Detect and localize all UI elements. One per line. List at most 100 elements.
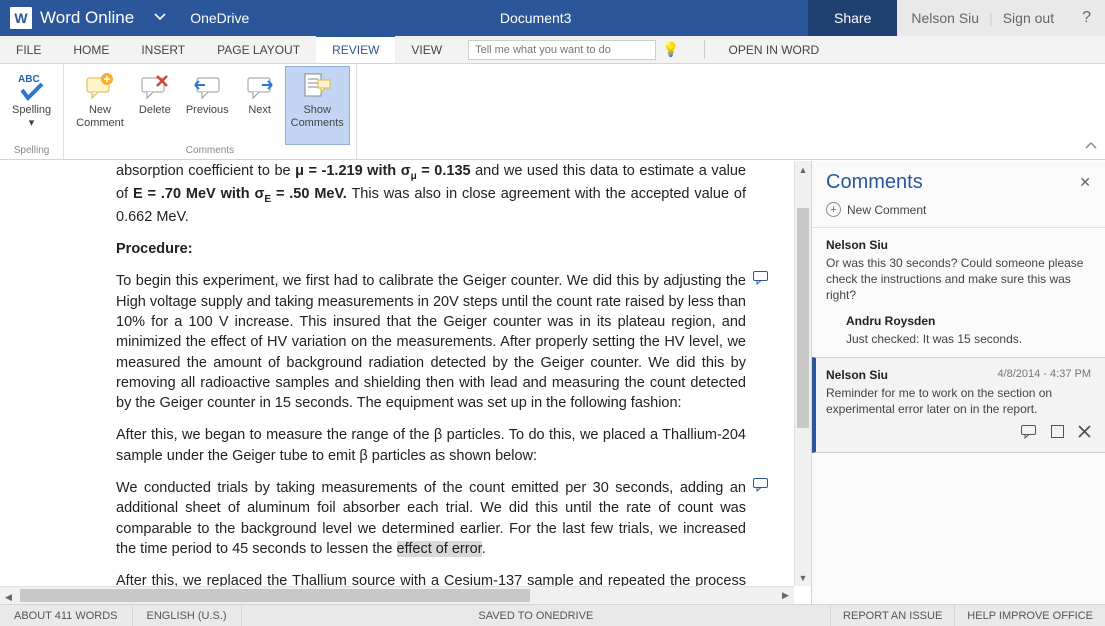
location-breadcrumb[interactable]: OneDrive [176, 10, 263, 26]
app-name: Word Online [40, 8, 134, 28]
chevron-down-icon [154, 11, 166, 23]
group-label-spelling: Spelling [14, 145, 50, 157]
divider [704, 40, 705, 59]
vertical-scrollbar[interactable]: ▲ ▼ [794, 161, 811, 586]
comment-author: Nelson Siu [826, 238, 888, 252]
new-comment-link[interactable]: + New Comment [812, 198, 1105, 227]
spelling-button[interactable]: ABC Spelling▾ [6, 66, 57, 145]
paragraph[interactable]: After this, we began to measure the rang… [116, 425, 746, 466]
resolve-button[interactable] [1051, 425, 1064, 442]
comment-thread-selected[interactable]: Nelson Siu 4/8/2014 - 4:37 PM Reminder f… [812, 357, 1105, 453]
sign-out-link[interactable]: Sign out [1003, 10, 1054, 26]
comment-body: Just checked: It was 15 seconds. [846, 331, 1091, 347]
document-viewport: absorption coefficient to be μ = -1.219 … [0, 161, 811, 604]
comment-body: Or was this 30 seconds? Could someone pl… [826, 255, 1091, 304]
user-name[interactable]: Nelson Siu [911, 10, 979, 26]
spelling-label: Spelling▾ [12, 104, 51, 130]
group-label-comments: Comments [186, 145, 234, 157]
comment-anchor-icon[interactable] [753, 478, 768, 498]
lightbulb-icon[interactable]: 💡 [656, 41, 685, 58]
scroll-down-button[interactable]: ▼ [795, 569, 811, 586]
svg-text:ABC: ABC [18, 74, 40, 85]
show-comments-icon [301, 70, 333, 102]
highlighted-text: effect of error [397, 541, 482, 557]
next-icon [244, 70, 276, 102]
horizontal-scrollbar[interactable]: ◀ ▶ [0, 586, 794, 604]
open-in-word-button[interactable]: OPEN IN WORD [713, 36, 836, 63]
comments-pane-title: Comments [826, 171, 1079, 194]
comment-timestamp: 4/8/2014 - 4:37 PM [997, 368, 1091, 382]
status-bar: ABOUT 411 WORDS ENGLISH (U.S.) SAVED TO … [0, 604, 1105, 626]
comments-pane: Comments ✕ + New Comment Nelson Siu Or w… [811, 161, 1105, 604]
previous-icon [191, 70, 223, 102]
app-logo[interactable]: W Word Online [0, 7, 144, 29]
collapse-ribbon-button[interactable] [1085, 140, 1097, 155]
user-area: Nelson Siu | Sign out [897, 0, 1068, 36]
scroll-track[interactable] [795, 178, 811, 569]
new-comment-label: New Comment [847, 203, 926, 217]
tab-home[interactable]: HOME [57, 36, 125, 63]
ribbon: ABC Spelling▾ Spelling NewComment Delete [0, 64, 1105, 160]
scroll-thumb[interactable] [20, 589, 530, 602]
tell-me-input[interactable] [468, 40, 656, 60]
delete-icon [139, 70, 171, 102]
close-icon [1078, 425, 1091, 438]
word-count[interactable]: ABOUT 411 WORDS [0, 605, 133, 626]
resolve-icon [1051, 425, 1064, 438]
workspace: absorption coefficient to be μ = -1.219 … [0, 160, 1105, 604]
help-button[interactable]: ? [1068, 0, 1105, 36]
comment-author: Nelson Siu [826, 368, 888, 382]
delete-comment-button[interactable]: Delete [130, 66, 180, 145]
tab-review[interactable]: REVIEW [316, 35, 395, 63]
divider: | [989, 10, 993, 26]
help-improve-link[interactable]: HELP IMPROVE OFFICE [954, 605, 1105, 626]
comment-anchor-icon[interactable] [753, 271, 768, 291]
comment-actions [826, 425, 1091, 442]
next-comment-button[interactable]: Next [235, 66, 285, 145]
tab-view[interactable]: VIEW [395, 36, 458, 63]
tell-me-search: 💡 [464, 38, 689, 61]
ribbon-group-comments: NewComment Delete Previous Next [64, 64, 357, 159]
save-status: SAVED TO ONEDRIVE [464, 610, 607, 622]
reply-button[interactable] [1021, 425, 1037, 442]
show-comments-label: ShowComments [291, 104, 344, 130]
paragraph[interactable]: absorption coefficient to be μ = -1.219 … [116, 161, 746, 227]
previous-label: Previous [186, 104, 229, 117]
delete-label: Delete [139, 104, 171, 117]
comment-reply: Andru Roysden Just checked: It was 15 se… [846, 314, 1091, 347]
ribbon-group-spelling: ABC Spelling▾ Spelling [0, 64, 64, 159]
word-icon: W [10, 7, 32, 29]
plus-circle-icon: + [826, 202, 841, 217]
ribbon-tabs: FILE HOME INSERT PAGE LAYOUT REVIEW VIEW… [0, 36, 1105, 64]
show-comments-button[interactable]: ShowComments [285, 66, 350, 145]
share-button[interactable]: Share [808, 0, 897, 36]
report-issue-link[interactable]: REPORT AN ISSUE [830, 605, 954, 626]
doc-title[interactable]: Document3 [263, 10, 808, 26]
next-label: Next [248, 104, 271, 117]
previous-comment-button[interactable]: Previous [180, 66, 235, 145]
comment-author: Andru Roysden [846, 314, 935, 328]
new-comment-button[interactable]: NewComment [70, 66, 130, 145]
language[interactable]: ENGLISH (U.S.) [133, 605, 242, 626]
scroll-left-button[interactable]: ◀ [0, 589, 17, 604]
delete-comment-button[interactable] [1078, 425, 1091, 442]
chevron-up-icon [1085, 140, 1097, 152]
tab-file[interactable]: FILE [0, 36, 57, 63]
spelling-icon: ABC [16, 70, 48, 102]
heading-procedure[interactable]: Procedure: [116, 239, 746, 259]
paragraph[interactable]: To begin this experiment, we first had t… [116, 271, 746, 413]
new-comment-icon [84, 70, 116, 102]
title-bar: W Word Online OneDrive Document3 Share N… [0, 0, 1105, 36]
reply-icon [1021, 425, 1037, 439]
close-pane-button[interactable]: ✕ [1079, 174, 1091, 191]
tab-page-layout[interactable]: PAGE LAYOUT [201, 36, 316, 63]
scroll-up-button[interactable]: ▲ [795, 161, 811, 178]
app-switcher[interactable] [144, 10, 176, 26]
new-comment-label: NewComment [76, 104, 124, 130]
document-page[interactable]: absorption coefficient to be μ = -1.219 … [0, 161, 811, 604]
tab-insert[interactable]: INSERT [125, 36, 201, 63]
paragraph[interactable]: We conducted trials by taking measuremen… [116, 478, 746, 559]
scroll-thumb[interactable] [797, 208, 809, 428]
comment-thread[interactable]: Nelson Siu Or was this 30 seconds? Could… [812, 227, 1105, 357]
scroll-right-button[interactable]: ▶ [777, 587, 794, 604]
